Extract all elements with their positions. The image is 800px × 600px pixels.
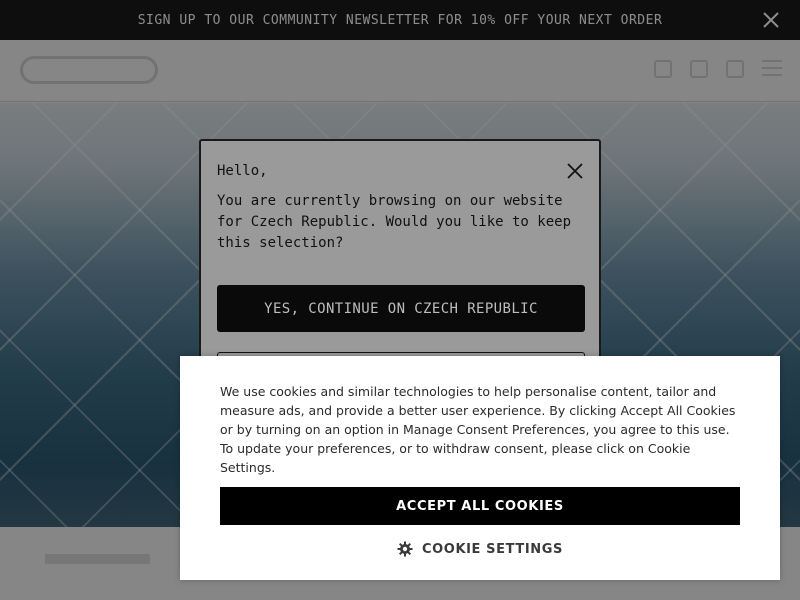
gear-icon: [397, 541, 413, 557]
region-message: You are currently browsing on our websit…: [217, 193, 572, 251]
accept-all-cookies-button[interactable]: ACCEPT ALL COOKIES: [220, 487, 740, 525]
region-greeting: Hello,: [217, 163, 268, 179]
cookie-settings-button[interactable]: COOKIE SETTINGS: [220, 538, 740, 560]
cookie-settings-label: COOKIE SETTINGS: [422, 541, 563, 557]
cookie-text: We use cookies and similar technologies …: [220, 384, 736, 475]
close-icon[interactable]: [563, 159, 587, 183]
region-modal-body: Hello, You are currently browsing on our…: [217, 163, 585, 254]
cookie-banner: We use cookies and similar technologies …: [180, 356, 780, 580]
continue-region-button[interactable]: YES, CONTINUE ON CZECH REPUBLIC: [217, 285, 585, 332]
